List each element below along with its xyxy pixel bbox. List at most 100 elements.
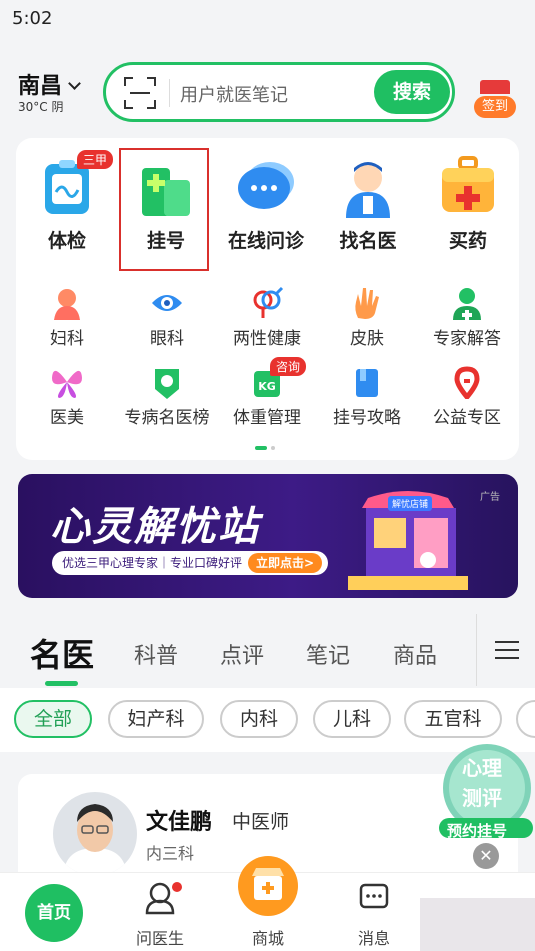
message-icon <box>359 883 389 909</box>
promo-banner[interactable]: 心灵解忧站 优选三甲心理专家｜专业口碑好评 立即点击> 广告 解忧店铺 <box>18 474 518 598</box>
chip-more[interactable] <box>516 700 535 738</box>
tab-products[interactable]: 商品 <box>393 638 437 670</box>
gift-icon <box>480 80 510 94</box>
search-input[interactable]: 用户就医笔记 <box>180 81 288 107</box>
city-selector[interactable]: 南昌 <box>18 68 81 100</box>
tab-reviews[interactable]: 点评 <box>220 638 264 670</box>
nav-label: 商城 <box>251 929 284 948</box>
category-label: 眼科 <box>150 329 184 349</box>
doctor-name: 文佳鹏 <box>146 810 213 835</box>
woman-icon <box>50 286 84 320</box>
book-icon <box>350 365 384 399</box>
service-checkup[interactable]: 三甲 体检 <box>17 150 117 253</box>
category-label: 两性健康 <box>233 329 301 349</box>
category-label: 体重管理 <box>233 408 301 428</box>
active-tab-indicator <box>45 681 78 686</box>
avatar <box>53 792 137 876</box>
category-cosmetic[interactable]: 医美 <box>17 365 117 428</box>
weather-text: 30°C 阴 <box>18 100 64 114</box>
nav-ask-doctor[interactable]: 问医生 <box>120 873 200 951</box>
tab-menu-icon[interactable] <box>476 614 535 686</box>
eye-icon <box>150 286 184 320</box>
category-ophthalmology[interactable]: 眼科 <box>117 286 217 349</box>
status-bar: 5:02 <box>0 0 535 40</box>
clipboard-icon: 三甲 <box>35 150 114 218</box>
hand-icon <box>350 286 384 320</box>
category-label: 专病名医榜 <box>124 408 210 428</box>
psych-test-float[interactable]: 心理 测评 预约挂号 <box>437 742 535 842</box>
doctor-outline-icon <box>145 882 182 915</box>
category-label: 妇科 <box>50 329 84 349</box>
category-label: 公益专区 <box>433 408 501 428</box>
banner-cta-button[interactable]: 立即点击> <box>248 553 323 573</box>
service-find-doctor[interactable]: 找名医 <box>318 154 418 253</box>
nav-home[interactable]: 首页 <box>25 884 83 942</box>
status-time: 5:02 <box>12 8 53 29</box>
chip-pediatrics[interactable]: 儿科 <box>313 700 391 738</box>
butterfly-icon <box>50 365 84 399</box>
highlight-box <box>119 148 209 271</box>
search-bar[interactable]: 用户就医笔记 搜索 <box>103 62 455 122</box>
float-line1: 心理 <box>462 756 502 780</box>
scan-icon[interactable] <box>124 77 156 109</box>
scale-icon: KG 咨询 <box>250 357 307 399</box>
float-line2: 测评 <box>462 786 502 810</box>
medicine-box-icon <box>436 154 500 218</box>
chip-all[interactable]: 全部 <box>14 700 92 738</box>
category-label: 医美 <box>50 408 84 428</box>
service-label: 买药 <box>448 230 487 252</box>
doctor-icon <box>336 154 400 218</box>
category-sexual-health[interactable]: 两性健康 <box>217 286 317 349</box>
service-label: 在线问诊 <box>227 230 304 252</box>
chip-obgyn[interactable]: 妇产科 <box>108 700 204 738</box>
tab-notes[interactable]: 笔记 <box>306 638 350 670</box>
category-charity[interactable]: 公益专区 <box>417 365 517 428</box>
close-icon[interactable]: ✕ <box>473 843 499 869</box>
category-label: 皮肤 <box>350 329 384 349</box>
service-label: 体检 <box>47 230 86 252</box>
medal-icon <box>150 365 184 399</box>
service-buy-medicine[interactable]: 买药 <box>418 154 518 253</box>
expert-icon <box>450 286 484 320</box>
sign-in-button[interactable]: 签到 <box>474 80 516 120</box>
nav-label: 消息 <box>357 929 390 948</box>
chip-ent[interactable]: 五官科 <box>404 700 502 738</box>
chip-internal[interactable]: 内科 <box>220 700 298 738</box>
category-gynecology[interactable]: 妇科 <box>17 286 117 349</box>
chat-bubble-icon <box>234 154 298 218</box>
city-name: 南昌 <box>18 74 63 99</box>
content-tabs: 名医 科普 点评 笔记 商品 <box>0 612 535 688</box>
category-weight-management[interactable]: KG 咨询体重管理 <box>217 357 317 428</box>
banner-subtitle: 优选三甲心理专家｜专业口碑好评 立即点击> <box>52 551 329 575</box>
tab-science[interactable]: 科普 <box>134 638 178 670</box>
category-registration-guide[interactable]: 挂号攻略 <box>317 365 417 428</box>
ribbon-icon <box>450 365 484 401</box>
services-card: 三甲 体检 挂号 在线问诊 找名医 买药 妇科 眼科 两性健康 皮肤 专家解答 … <box>16 138 519 460</box>
page-dot <box>271 446 275 450</box>
tab-famous-doctors[interactable]: 名医 <box>30 630 94 676</box>
category-expert-answers[interactable]: 专家解答 <box>417 286 517 349</box>
svg-text:KG: KG <box>258 380 276 393</box>
store-sign: 解忧店铺 <box>388 496 433 511</box>
banner-subtitle-text: 优选三甲心理专家｜专业口碑好评 <box>62 556 243 570</box>
page-indicator <box>255 446 279 465</box>
category-label: 挂号攻略 <box>333 408 401 428</box>
ad-label: 广告 <box>480 492 500 503</box>
category-top-doctors[interactable]: 专病名医榜 <box>117 365 217 428</box>
nav-messages[interactable]: 消息 <box>334 873 414 951</box>
sign-in-label: 签到 <box>474 96 516 118</box>
page-dot-active <box>255 446 267 450</box>
corner-overlay <box>420 898 535 951</box>
service-online-consult[interactable]: 在线问诊 <box>216 154 316 253</box>
search-button[interactable]: 搜索 <box>374 70 450 114</box>
doctor-title: 中医师 <box>232 811 290 833</box>
category-dermatology[interactable]: 皮肤 <box>317 286 417 349</box>
doctor-department: 内三科 <box>146 844 195 863</box>
search-divider <box>169 79 170 107</box>
category-label: 专家解答 <box>433 329 501 349</box>
chevron-down-icon <box>68 77 81 90</box>
gender-icon <box>250 286 284 320</box>
nav-label: 问医生 <box>135 929 184 948</box>
checkup-badge: 三甲 <box>77 150 114 169</box>
store-illustration: 解忧店铺 <box>348 490 468 590</box>
